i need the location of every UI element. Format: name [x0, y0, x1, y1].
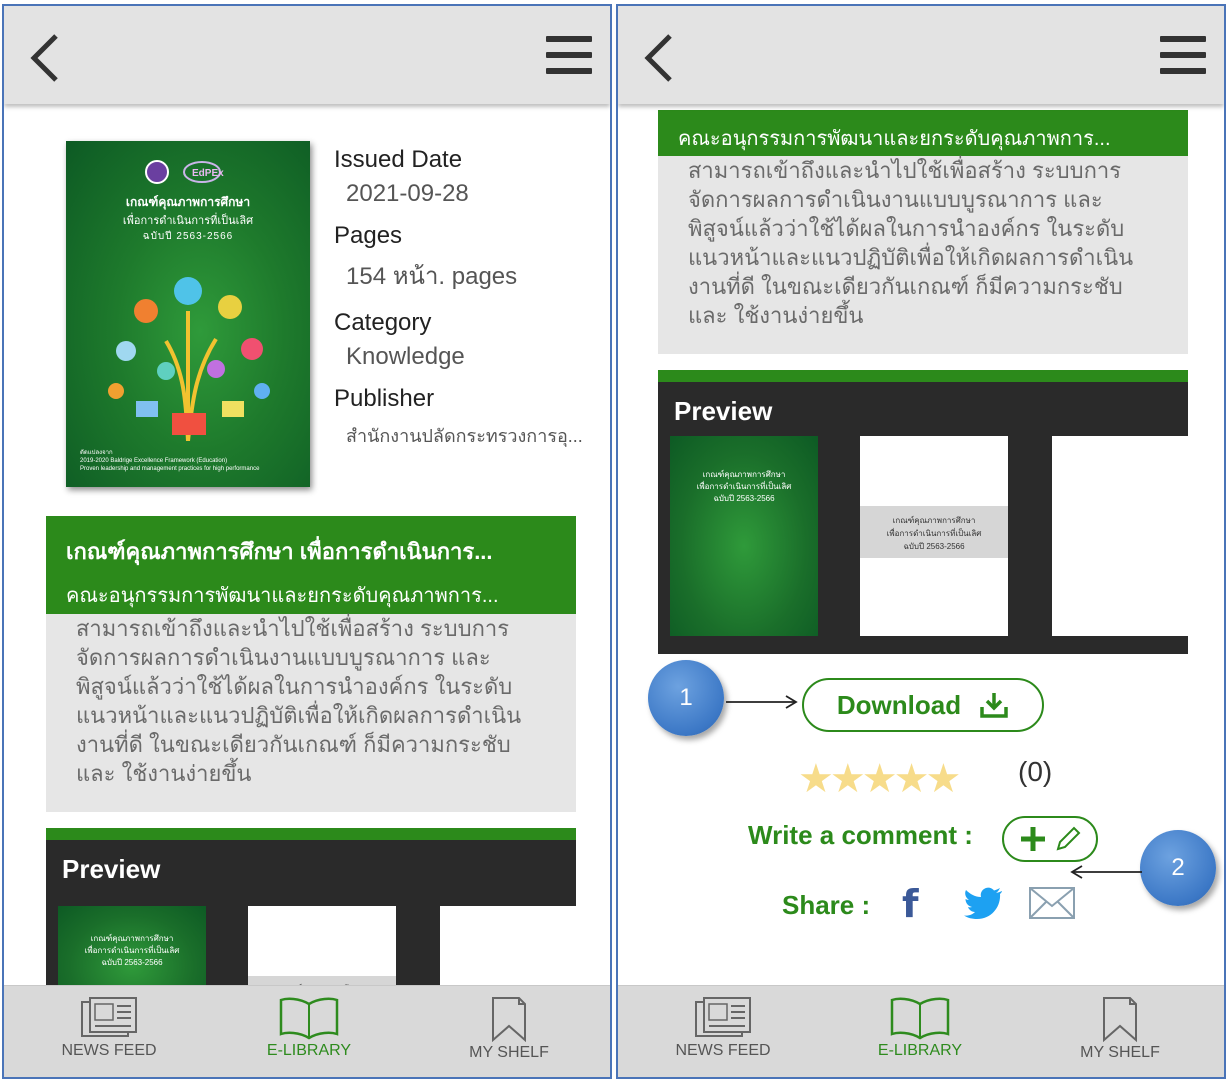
callout-1: 1: [648, 660, 724, 736]
nav-my-shelf[interactable]: MY SHELF: [1040, 996, 1200, 1062]
book-title: เกณฑ์คุณภาพการศึกษา เพื่อการดำเนินการ...: [66, 539, 493, 564]
preview-page-3[interactable]: [1052, 436, 1188, 636]
nav-e-library[interactable]: E-LIBRARY: [840, 996, 1000, 1060]
callout-1-arrow: [726, 695, 798, 709]
svg-text:EdPEx: EdPEx: [192, 168, 224, 179]
book-author: คณะอนุกรรมการพัฒนาและยกระดับคุณภาพการ...: [66, 585, 499, 607]
nav-e-library[interactable]: E-LIBRARY: [229, 996, 389, 1060]
callout-2: 2: [1140, 830, 1216, 906]
cover-subtitle: เพื่อการดำเนินการที่เป็นเลิศ: [122, 215, 254, 227]
issued-date-label: Issued Date: [334, 146, 463, 173]
left-screen: EdPEx เกณฑ์คุณภาพการศึกษา เพื่อการดำเนิน…: [2, 4, 612, 1079]
rating-stars[interactable]: ★★★★★: [798, 756, 961, 802]
preview-page-2[interactable]: เกณฑ์คุณภาพการศึกษาเพื่อการดำเนินการที่เ…: [860, 436, 1008, 636]
open-book-icon: [279, 997, 339, 1040]
hamburger-menu-icon[interactable]: [1160, 36, 1206, 76]
publisher-value: สำนักงานปลัดกระทรวงการอุ...: [346, 426, 583, 446]
book-author: คณะอนุกรรมการพัฒนาและยกระดับคุณภาพการ...: [678, 128, 1111, 150]
newspaper-icon: [695, 997, 751, 1037]
email-icon[interactable]: [1028, 886, 1076, 920]
publisher-label: Publisher: [334, 385, 435, 412]
book-description: สามารถเข้าถึงและนำไปใช้เพื่อสร้าง ระบบกา…: [46, 614, 576, 812]
back-arrow-icon[interactable]: [26, 32, 66, 84]
book-metadata: Issued Date 2021-09-28 Pages 154 หน้า. p…: [334, 146, 604, 464]
download-button[interactable]: Download: [802, 678, 1044, 732]
nav-news-feed[interactable]: NEWS FEED: [643, 996, 803, 1060]
top-bar: [4, 6, 610, 104]
open-book-icon: [890, 997, 950, 1040]
newspaper-icon: [81, 997, 137, 1037]
top-bar: [618, 6, 1224, 104]
pages-label: Pages: [334, 222, 403, 249]
pencil-icon: [1056, 826, 1081, 851]
nav-my-shelf[interactable]: MY SHELF: [429, 996, 589, 1062]
rating-count: (0): [1018, 756, 1053, 787]
nav-news-feed[interactable]: NEWS FEED: [29, 996, 189, 1060]
cover-footer: ดัดแปลงจาก 2019-2020 Baldrige Excellence…: [80, 450, 260, 472]
preview-section: Preview เกณฑ์คุณภาพการศึกษา เพื่อการดำเน…: [658, 370, 1188, 654]
bookmark-icon: [1103, 997, 1137, 1042]
callout-2-arrow: [1070, 865, 1142, 879]
bottom-nav: NEWS FEED E-LIBRARY MY SHELF: [4, 985, 610, 1077]
plus-icon: [1021, 827, 1045, 851]
back-arrow-icon[interactable]: [640, 32, 680, 84]
book-author-banner: คณะอนุกรรมการพัฒนาและยกระดับคุณภาพการ...: [658, 110, 1188, 156]
download-icon: [980, 693, 1008, 718]
issued-date-value: 2021-09-28: [346, 180, 469, 207]
preview-title: Preview: [62, 854, 161, 884]
preview-section: Preview เกณฑ์คุณภาพการศึกษา เพื่อการดำเน…: [46, 828, 576, 1008]
category-label: Category: [334, 309, 432, 336]
preview-title: Preview: [674, 396, 773, 426]
bottom-nav: NEWS FEED E-LIBRARY MY SHELF: [618, 985, 1224, 1077]
cover-illustration: [108, 277, 270, 441]
category-value: Knowledge: [346, 343, 465, 370]
cover-edition: ฉบับปี 2563-2566: [142, 231, 234, 242]
right-screen: คณะอนุกรรมการพัฒนาและยกระดับคุณภาพการ...…: [616, 4, 1226, 1079]
add-comment-button[interactable]: [1002, 816, 1098, 862]
write-comment-label: Write a comment :: [748, 820, 973, 850]
facebook-icon[interactable]: f: [902, 882, 919, 926]
pages-value: 154 หน้า. pages: [346, 263, 518, 290]
book-description: สามารถเข้าถึงและนำไปใช้เพื่อสร้าง ระบบกา…: [658, 156, 1188, 354]
book-title-banner: เกณฑ์คุณภาพการศึกษา เพื่อการดำเนินการ...…: [46, 516, 576, 614]
twitter-icon[interactable]: [964, 886, 1004, 920]
book-cover: EdPEx เกณฑ์คุณภาพการศึกษา เพื่อการดำเนิน…: [66, 141, 310, 487]
bookmark-icon: [492, 997, 526, 1042]
share-label: Share :: [782, 890, 871, 920]
preview-page-1[interactable]: เกณฑ์คุณภาพการศึกษา เพื่อการดำเนินการที่…: [670, 436, 818, 636]
cover-logos: EdPEx: [145, 160, 224, 184]
cover-title: เกณฑ์คุณภาพการศึกษา: [125, 195, 251, 209]
hamburger-menu-icon[interactable]: [546, 36, 592, 76]
